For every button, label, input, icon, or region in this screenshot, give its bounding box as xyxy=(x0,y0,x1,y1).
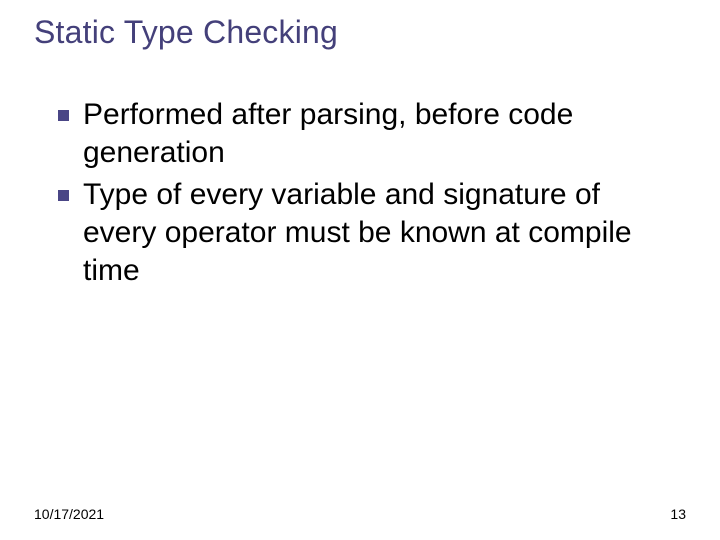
body-content: Performed after parsing, before code gen… xyxy=(58,96,680,294)
square-bullet-icon xyxy=(58,190,69,201)
list-item: Performed after parsing, before code gen… xyxy=(58,96,680,172)
footer-date: 10/17/2021 xyxy=(34,506,104,522)
page-title: Static Type Checking xyxy=(34,14,338,51)
footer-page-number: 13 xyxy=(670,506,686,522)
list-item: Type of every variable and signature of … xyxy=(58,176,680,290)
slide: Static Type Checking Performed after par… xyxy=(0,0,720,540)
list-item-text: Type of every variable and signature of … xyxy=(83,176,680,290)
square-bullet-icon xyxy=(58,110,69,121)
list-item-text: Performed after parsing, before code gen… xyxy=(83,96,680,172)
